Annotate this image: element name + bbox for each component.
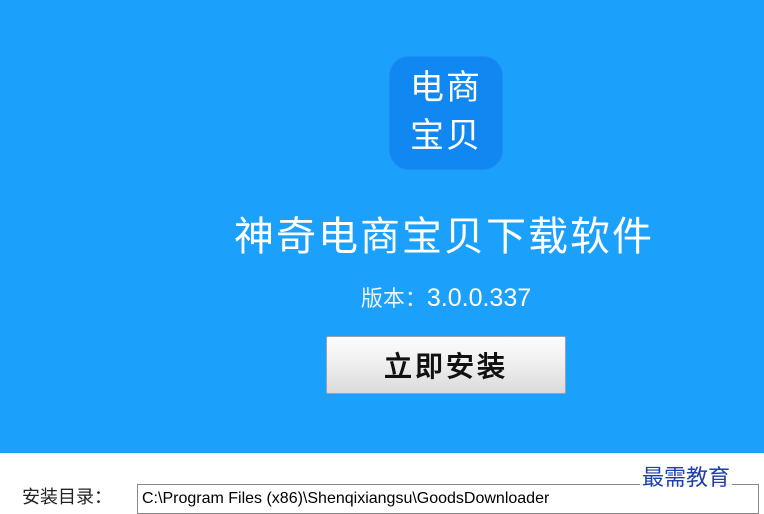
- install-now-button[interactable]: 立即安装: [326, 336, 566, 394]
- installer-hero: 电商 宝贝 神奇电商宝贝下载软件 版本：3.0.0.337 立即安装: [0, 0, 764, 453]
- version-value: 3.0.0.337: [426, 284, 532, 312]
- watermark-text: 最需教育: [640, 463, 733, 495]
- app-logo-icon: 电商 宝贝: [389, 56, 503, 170]
- version-info: 版本：3.0.0.337: [0, 280, 764, 318]
- product-title: 神奇电商宝贝下载软件: [234, 214, 654, 260]
- app-logo-text-line1: 电商: [410, 68, 482, 108]
- app-logo-text-line2: 宝贝: [410, 116, 482, 156]
- install-directory-label: 安装目录：: [22, 487, 112, 508]
- version-label: 版本：: [360, 287, 427, 312]
